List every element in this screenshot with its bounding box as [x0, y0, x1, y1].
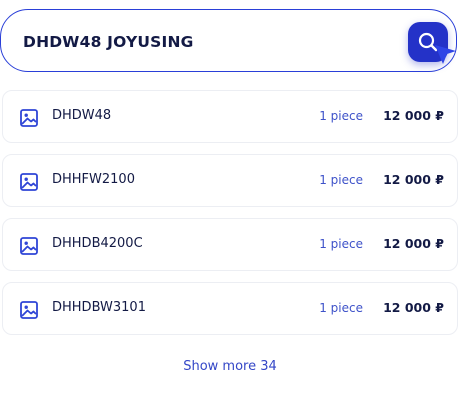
product-quantity: 1 piece — [319, 237, 363, 251]
product-name: DHDW48 — [52, 108, 112, 123]
search-input[interactable] — [23, 30, 383, 54]
product-quantity: 1 piece — [319, 301, 363, 315]
result-row[interactable]: DHHDB4200C 1 piece 12 000 ₽ — [2, 218, 458, 271]
product-price: 12 000 ₽ — [383, 300, 444, 315]
image-icon — [20, 173, 38, 191]
result-row[interactable]: DHHFW2100 1 piece 12 000 ₽ — [2, 154, 458, 207]
product-name: DHHFW2100 — [52, 172, 135, 187]
image-icon — [20, 109, 38, 127]
image-icon — [20, 301, 38, 319]
product-name: DHHDBW3101 — [52, 300, 146, 315]
search-bar — [0, 9, 457, 72]
product-price: 12 000 ₽ — [383, 236, 444, 251]
product-price: 12 000 ₽ — [383, 108, 444, 123]
product-quantity: 1 piece — [319, 173, 363, 187]
result-row[interactable]: DHDW48 1 piece 12 000 ₽ — [2, 90, 458, 143]
search-results-panel: DHDW48 1 piece 12 000 ₽ DHHFW2100 1 piec… — [0, 0, 460, 400]
show-more-link[interactable]: Show more 34 — [0, 359, 460, 374]
search-button[interactable] — [408, 22, 448, 62]
product-price: 12 000 ₽ — [383, 172, 444, 187]
image-icon — [20, 237, 38, 255]
result-row[interactable]: DHHDBW3101 1 piece 12 000 ₽ — [2, 282, 458, 335]
product-name: DHHDB4200C — [52, 236, 143, 251]
product-quantity: 1 piece — [319, 109, 363, 123]
search-icon — [418, 32, 438, 52]
